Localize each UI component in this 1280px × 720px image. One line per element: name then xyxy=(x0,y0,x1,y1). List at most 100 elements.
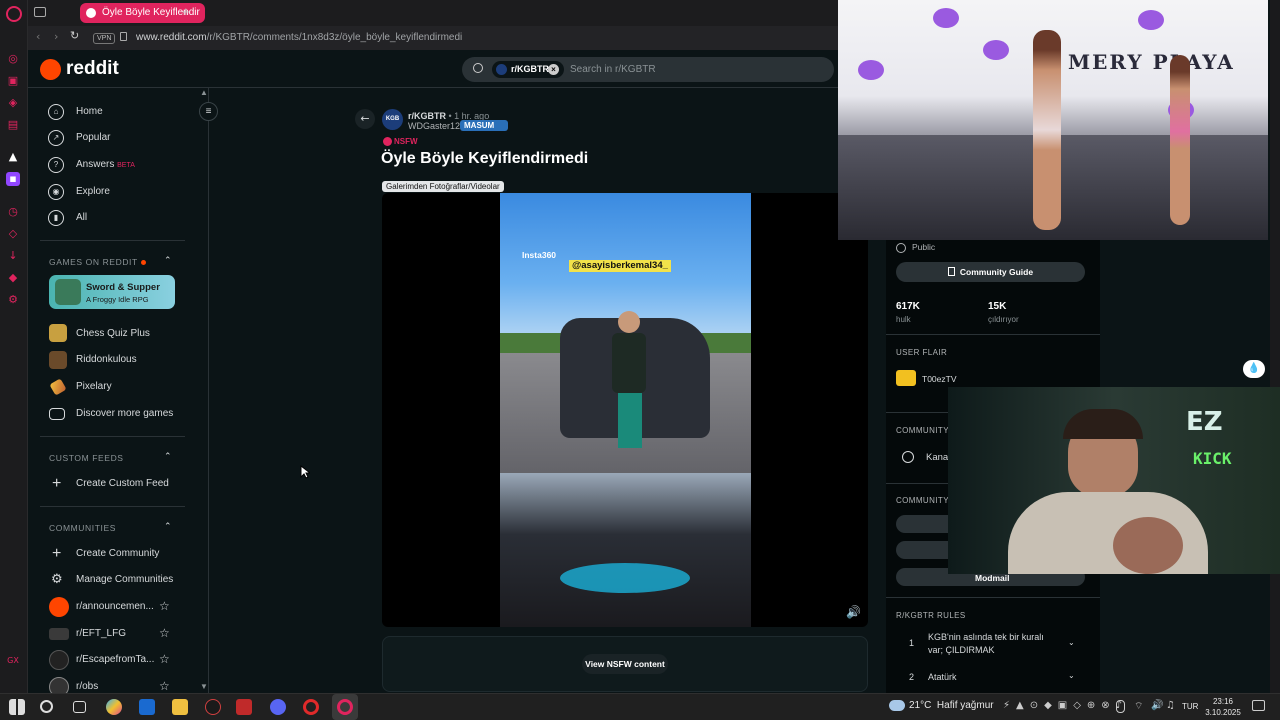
messenger-icon[interactable]: ◈ xyxy=(6,96,20,110)
search-scope-chip[interactable]: r/KGBTR × xyxy=(492,61,564,78)
reddit-logo-text[interactable]: reddit xyxy=(66,58,119,80)
tray-icons[interactable]: ⚡▲⊙◆▣◇⊕⊗♪ xyxy=(1003,700,1128,711)
chevron-up-icon[interactable]: ⌃ xyxy=(164,452,172,462)
downloads-icon[interactable]: ↓ xyxy=(6,249,20,263)
sidebar-item-home[interactable]: ⌂ Home xyxy=(48,102,103,122)
guide-label: Community Guide xyxy=(959,267,1034,277)
sidebar-item-answers[interactable]: ? Answers BETA xyxy=(48,155,135,175)
mic-icon[interactable] xyxy=(1116,700,1125,713)
create-custom-feed-button[interactable]: Create Custom Feed xyxy=(48,474,169,494)
twitch-icon[interactable]: ▪ xyxy=(6,172,20,186)
chevron-down-icon[interactable]: ⌄ xyxy=(1068,638,1075,647)
page-scrollbar[interactable] xyxy=(1270,0,1280,693)
game-item-riddonkulous[interactable]: Riddonkulous xyxy=(48,350,137,370)
communities-title[interactable]: COMMUNITIES xyxy=(49,523,116,533)
clock[interactable]: 23:16 3.10.2025 xyxy=(1205,696,1241,718)
game-item-pixelary[interactable]: Pixelary xyxy=(48,377,112,397)
bag-icon[interactable]: ▣ xyxy=(6,74,20,88)
discover-games-link[interactable]: Discover more games xyxy=(48,404,173,424)
rule-text[interactable]: Atatürk xyxy=(928,671,1058,684)
online-count: 15K xyxy=(988,301,1007,312)
gx-icon[interactable]: GX xyxy=(6,654,20,668)
sidebar-item-all[interactable]: ▮ All xyxy=(48,208,87,228)
vpn-badge[interactable]: VPN xyxy=(93,33,116,44)
favorite-star-icon[interactable]: ☆ xyxy=(159,626,170,640)
view-nsfw-button[interactable]: View NSFW content xyxy=(582,654,668,674)
task-view-icon[interactable] xyxy=(73,701,86,713)
aria-icon[interactable]: ◎ xyxy=(6,52,20,66)
custom-feeds-title[interactable]: CUSTOM FEEDS xyxy=(49,453,124,463)
subreddit-avatar[interactable]: KGB xyxy=(382,109,403,130)
favorite-star-icon[interactable]: ☆ xyxy=(159,599,170,613)
network-icon[interactable]: ⌔ xyxy=(1134,700,1143,713)
reddit-favicon-icon xyxy=(86,8,96,18)
file-explorer-icon[interactable] xyxy=(172,699,188,715)
games-section-title[interactable]: GAMES ON REDDIT xyxy=(49,257,146,267)
speaker-icon[interactable]: ♫ xyxy=(1166,700,1175,711)
opera-logo-icon[interactable] xyxy=(6,6,22,22)
whatsapp-icon[interactable]: ▤ xyxy=(6,118,20,132)
copilot-icon[interactable] xyxy=(106,699,122,715)
game-item-chess[interactable]: Chess Quiz Plus xyxy=(48,324,150,344)
panel-divider xyxy=(886,597,1100,598)
game-card-title: Sword & Supper xyxy=(86,282,160,293)
collapse-sidebar-icon[interactable]: ≡ xyxy=(199,102,218,121)
start-icon[interactable] xyxy=(9,699,25,715)
rule-text[interactable]: KGB'nin aslında tek bir kuralı var; ÇILD… xyxy=(928,631,1058,657)
discord-icon[interactable] xyxy=(270,699,286,715)
voicemod-icon[interactable] xyxy=(236,699,252,715)
manage-communities-button[interactable]: Manage Communities xyxy=(48,570,173,590)
url-field[interactable]: www.reddit.com/r/KGBTR/comments/1nx8d3z/… xyxy=(136,32,462,43)
neon-ez-sign: EZ xyxy=(1186,407,1223,437)
tab-menu-icon[interactable] xyxy=(34,7,46,17)
opera-icon[interactable] xyxy=(303,699,319,715)
extensions-icon[interactable]: ◆ xyxy=(6,271,20,285)
reload-icon[interactable]: ↻ xyxy=(70,29,79,42)
outlook-icon[interactable] xyxy=(139,699,155,715)
new-tab-icon[interactable]: + xyxy=(182,4,190,19)
search-input[interactable]: Search in r/KGBTR xyxy=(570,64,656,75)
community-item[interactable]: r/EscapefromTa... xyxy=(48,650,154,670)
reddit-logo-icon[interactable] xyxy=(40,59,61,80)
settings-icon[interactable]: ⚙ xyxy=(6,293,20,307)
volume-icon[interactable]: 🔊 xyxy=(1151,700,1163,711)
sidebar-scroll-down-icon[interactable]: ▼ xyxy=(200,682,208,691)
weather-widget[interactable]: 21°C Hafif yağmur xyxy=(909,700,994,711)
create-community-button[interactable]: Create Community xyxy=(48,544,159,564)
droplet-icon[interactable]: 💧 xyxy=(1243,360,1265,378)
favorite-star-icon[interactable]: ☆ xyxy=(159,679,170,693)
notifications-icon[interactable] xyxy=(1252,700,1265,711)
bookmarks-icon[interactable]: ◇ xyxy=(6,227,20,241)
featured-game-card[interactable]: Sword & Supper A Froggy Idle RPG xyxy=(49,275,175,309)
kick-icon[interactable]: ▲ xyxy=(6,150,20,164)
user-flair-name[interactable]: T00ezTV xyxy=(922,374,957,384)
history-icon[interactable]: ◷ xyxy=(6,205,20,219)
chevron-down-icon[interactable]: ⌄ xyxy=(1068,671,1075,680)
online-label: çıldırıyor xyxy=(988,315,1019,324)
community-guide-button[interactable]: Community Guide xyxy=(896,262,1085,282)
community-link[interactable]: Kanal xyxy=(926,452,950,463)
community-item[interactable]: r/EFT_LFG xyxy=(48,624,126,644)
nav-label: Popular xyxy=(76,132,111,143)
sidebar-divider xyxy=(40,436,185,437)
language-indicator[interactable]: TUR xyxy=(1182,702,1198,711)
subreddit-name[interactable]: r/KGBTR xyxy=(408,111,446,121)
favorite-star-icon[interactable]: ☆ xyxy=(159,652,170,666)
search-icon[interactable] xyxy=(40,700,53,713)
sidebar-item-explore[interactable]: ◉ Explore xyxy=(48,182,110,202)
clear-scope-icon[interactable]: × xyxy=(548,64,559,75)
chevron-up-icon[interactable]: ⌃ xyxy=(164,522,172,532)
chevron-up-icon[interactable]: ⌃ xyxy=(164,256,172,266)
obs-icon[interactable] xyxy=(205,699,221,715)
back-button[interactable]: ← xyxy=(355,109,375,129)
sidebar-item-popular[interactable]: ↗ Popular xyxy=(48,128,110,148)
sidebar-scroll-up-icon[interactable]: ▲ xyxy=(200,88,208,97)
post-flair[interactable]: Galerimden Fotoğraflar/Videolar xyxy=(382,181,504,192)
post-author[interactable]: WDGaster123 xyxy=(408,121,465,131)
community-item[interactable]: r/announcemen... xyxy=(48,597,154,617)
forward-nav-icon[interactable]: › xyxy=(54,30,58,43)
post-video[interactable]: Insta360 @asayisberkemal34_ xyxy=(500,193,751,627)
back-nav-icon[interactable]: ‹ xyxy=(36,30,40,43)
lock-icon[interactable] xyxy=(120,32,127,41)
sound-toggle-icon[interactable]: 🔊 xyxy=(846,605,861,619)
